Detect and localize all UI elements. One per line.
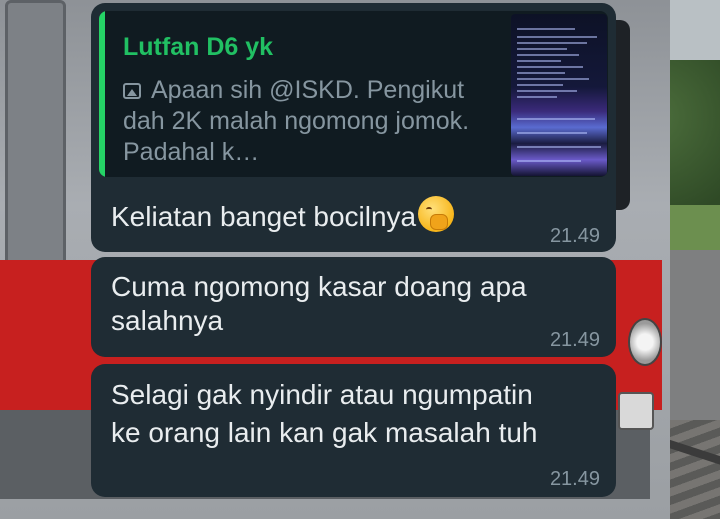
message-bubble[interactable]: Lutfan D6 yk Apaan sih @ISKD. Pengikut d…: [91, 3, 616, 252]
message-line: Selagi gak nyindir atau ngumpatin: [111, 379, 533, 410]
message-line: salahnya: [111, 305, 224, 336]
quote-accent-bar: [99, 11, 105, 177]
quoted-author: Lutfan D6 yk: [123, 33, 274, 61]
quoted-preview: Apaan sih @ISKD. Pengikut dah 2K malah n…: [123, 75, 493, 168]
message-bubble[interactable]: Selagi gak nyindir atau ngumpatin ke ora…: [91, 364, 616, 497]
message-text: Keliatan banget bocilnya: [111, 196, 455, 234]
message-time: 21.49: [549, 225, 600, 247]
message-text: Selagi gak nyindir atau ngumpatin ke ora…: [111, 378, 538, 450]
message-line: Cuma ngomong kasar doang apa: [111, 271, 527, 302]
image-icon: [123, 83, 141, 99]
message-bubble[interactable]: Cuma ngomong kasar doang apa salahnya 21…: [91, 257, 616, 357]
message-text-content: Keliatan banget bocilnya: [111, 201, 417, 232]
quoted-reply[interactable]: Lutfan D6 yk Apaan sih @ISKD. Pengikut d…: [99, 11, 608, 177]
message-time: 21.49: [549, 468, 600, 490]
quoted-image-thumbnail: [511, 14, 607, 176]
message-text: Cuma ngomong kasar doang apa salahnya: [111, 270, 527, 338]
quoted-preview-text: Apaan sih @ISKD. Pengikut dah 2K malah n…: [123, 76, 470, 166]
message-line: ke orang lain kan gak masalah tuh: [111, 417, 538, 448]
hand-over-mouth-emoji-icon: [418, 196, 455, 232]
message-time: 21.49: [549, 329, 600, 351]
